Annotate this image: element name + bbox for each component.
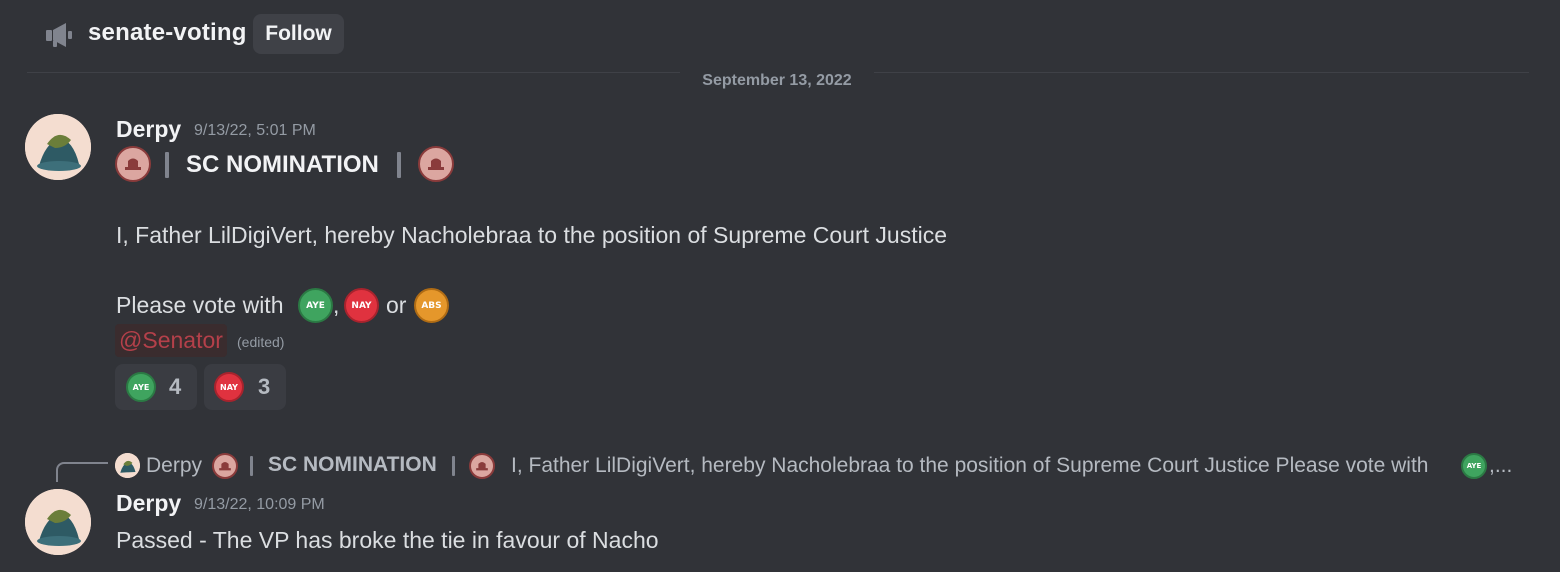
nay-emoji-icon: NAY — [214, 372, 244, 402]
senate-emblem-icon — [418, 146, 454, 182]
avatar-image — [115, 453, 140, 478]
vote-comma: , — [333, 292, 340, 318]
megaphone-icon — [46, 23, 72, 47]
vote-or: or — [386, 292, 407, 318]
senate-emblem-icon — [115, 146, 151, 182]
abs-emoji-icon: ABS — [414, 288, 449, 323]
reaction-aye[interactable]: AYE 4 — [115, 364, 197, 410]
message-author[interactable]: Derpy — [116, 490, 181, 517]
message-line: I, Father LilDigiVert, hereby Nacholebra… — [116, 222, 947, 248]
separator — [397, 152, 401, 178]
reply-title: SC NOMINATION — [268, 453, 437, 476]
message-timestamp: 9/13/22, 10:09 PM — [194, 496, 325, 513]
separator — [165, 152, 169, 178]
nomination-title: SC NOMINATION — [186, 151, 379, 178]
senate-emblem-icon — [212, 453, 238, 479]
nay-emoji-icon: NAY — [344, 288, 379, 323]
date-divider: September 13, 2022 — [680, 69, 874, 93]
reply-ellipsis: ,... — [1489, 454, 1513, 477]
channel-header: senate-voting Follow — [0, 0, 1560, 70]
reaction-count: 4 — [169, 374, 182, 399]
reaction-nay[interactable]: NAY 3 — [204, 364, 286, 410]
reply-avatar[interactable] — [115, 453, 140, 478]
message-timestamp: 9/13/22, 5:01 PM — [194, 122, 316, 139]
edited-label: (edited) — [237, 334, 285, 350]
reply-spine — [56, 462, 108, 482]
senator-mention[interactable]: @Senator — [115, 324, 227, 357]
message-author[interactable]: Derpy — [116, 116, 181, 143]
avatar[interactable] — [25, 114, 91, 180]
aye-emoji-icon: AYE — [1461, 453, 1487, 479]
follow-button[interactable]: Follow — [253, 14, 344, 54]
reply-author[interactable]: Derpy — [146, 454, 202, 478]
separator — [250, 456, 253, 476]
reaction-count: 3 — [258, 374, 271, 399]
vote-prompt: Please vote with — [116, 292, 284, 318]
aye-emoji-icon: AYE — [126, 372, 156, 402]
separator — [452, 456, 455, 476]
reply-preview[interactable]: I, Father LilDigiVert, hereby Nacholebra… — [511, 454, 1428, 478]
channel-name: senate-voting — [88, 19, 247, 46]
avatar-image — [25, 489, 91, 555]
avatar-image — [25, 114, 91, 180]
message-text: Passed - The VP has broke the tie in fav… — [116, 527, 659, 553]
senate-emblem-icon — [469, 453, 495, 479]
aye-emoji-icon: AYE — [298, 288, 333, 323]
avatar[interactable] — [25, 489, 91, 555]
